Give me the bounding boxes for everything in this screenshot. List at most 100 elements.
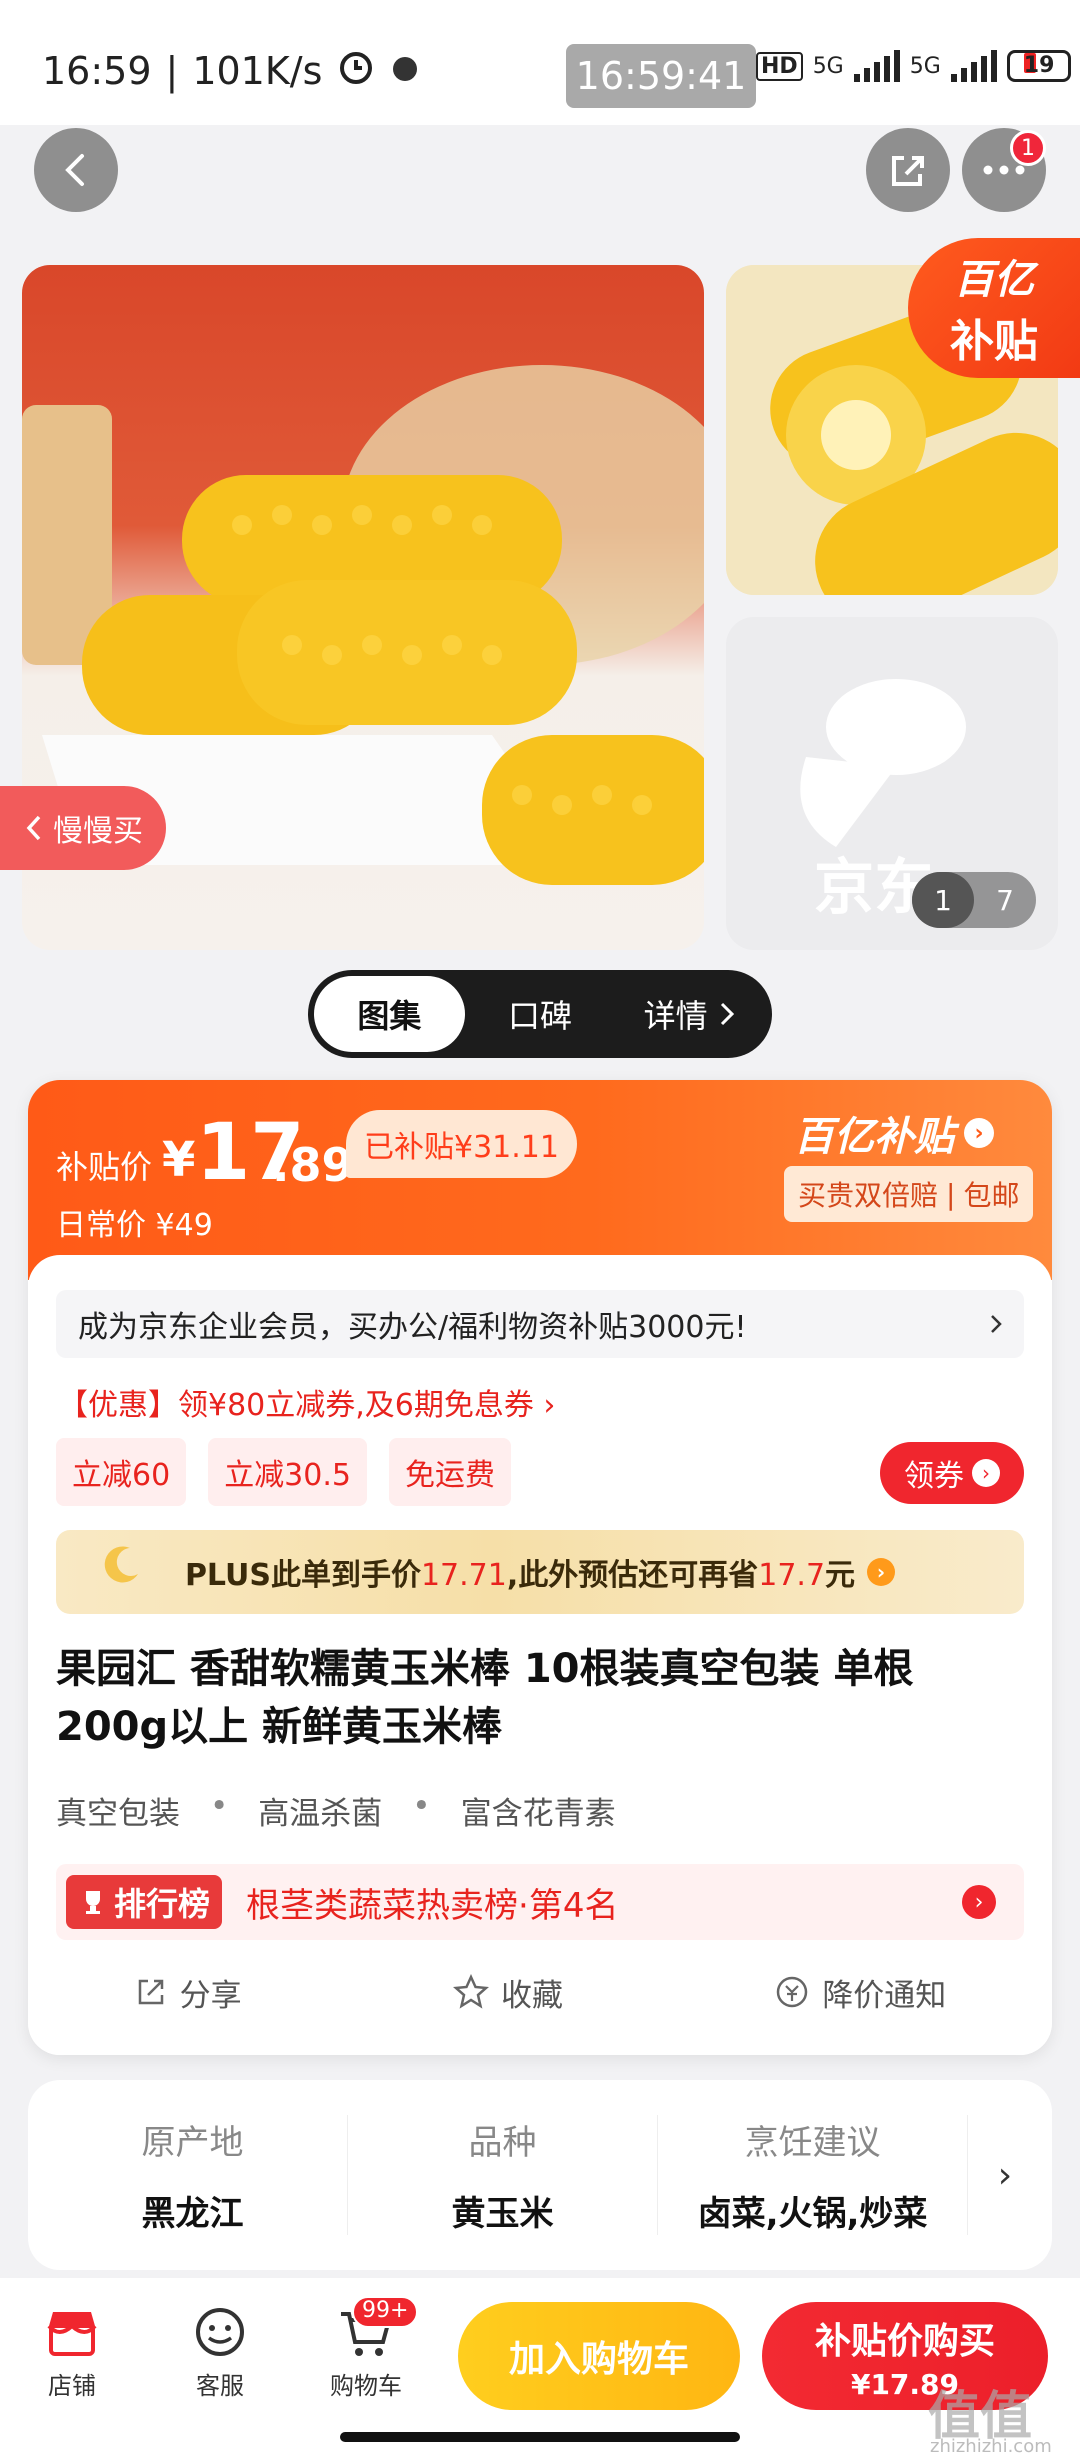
app-notification-icon: [390, 49, 420, 93]
feature-dot: •: [210, 1788, 229, 1824]
tag-separator: |: [946, 1177, 956, 1211]
product-info-card: 补贴价 ¥ 17 .89 已补贴¥31.11 日常价 ¥49 百亿补贴 › 买贵…: [28, 1080, 1052, 2055]
tab-gallery[interactable]: 图集: [314, 976, 465, 1052]
product-title: 果园汇 香甜软糯黄玉米棒 10根装真空包装 单根200g以上 新鲜黄玉米棒: [56, 1646, 914, 1750]
alarm-icon: [336, 46, 376, 95]
discount-chip[interactable]: 免运费: [388, 1438, 511, 1506]
attribute-value: 卤菜,火锅,炒菜: [697, 2194, 928, 2234]
feature-dot: •: [412, 1788, 431, 1824]
subsidy-corner-line2: 补贴: [950, 316, 1038, 367]
customer-service-icon: [196, 2308, 244, 2356]
store-icon: [47, 2312, 97, 2356]
share-label: 分享: [179, 1977, 242, 2014]
chevron-right-circle-icon: ›: [962, 1885, 996, 1919]
subsidized-amount-badge: 已补贴¥31.11: [346, 1110, 577, 1178]
ranking-text: 根茎类蔬菜热卖榜·第4名: [246, 1885, 619, 1926]
plus-text: PLUS此单到手价17.71,此外预估还可再省17.7元: [185, 1550, 855, 1594]
plus-price: 17.71: [420, 1558, 507, 1593]
battery-level: 19: [1023, 53, 1055, 78]
tab-reviews[interactable]: 口碑: [465, 976, 616, 1052]
attribute-key: 烹饪建议: [744, 2123, 881, 2163]
buy-now-label: 补贴价购买: [814, 2320, 995, 2362]
status-left: 16:59 | 101K/s: [42, 46, 420, 95]
price-alert-action[interactable]: 降价通知: [774, 1970, 946, 2015]
site-watermark-url: zhizhizhi.com: [930, 2436, 1052, 2457]
free-shipping-tag: 包邮: [963, 1179, 1020, 1212]
cart-count-badge: 99+: [352, 2296, 419, 2328]
double-refund-tag: 买贵双倍赔: [798, 1179, 939, 1212]
status-divider: |: [165, 48, 179, 93]
home-indicator[interactable]: [340, 2432, 740, 2442]
status-clock-pill: 16:59:41: [566, 44, 756, 108]
product-actions: 分享 收藏 降价通知: [28, 1950, 1052, 2034]
store-button[interactable]: 店铺: [22, 2306, 122, 2401]
billion-subsidy-link[interactable]: 百亿补贴 ›: [794, 1104, 994, 1162]
attribute-cooking: 烹饪建议 卤菜,火锅,炒菜: [658, 2115, 968, 2235]
favorite-action[interactable]: 收藏: [452, 1970, 563, 2015]
more-badge: 1: [1010, 130, 1046, 166]
trophy-icon: [86, 1891, 100, 1914]
ranking-bar[interactable]: 排行榜 根茎类蔬菜热卖榜·第4名 ›: [56, 1864, 1024, 1940]
customer-service-button[interactable]: 客服: [170, 2306, 270, 2401]
feature-item: 高温杀菌: [258, 1796, 383, 1832]
store-label: 店铺: [48, 2372, 96, 2400]
plus-prefix: PLUS此单到手价: [184, 1558, 421, 1593]
product-attributes-card[interactable]: 原产地 黑龙江 品种 黄玉米 烹饪建议 卤菜,火锅,炒菜 ›: [28, 2080, 1052, 2270]
subsidy-corner-line1: 百亿: [954, 257, 1034, 303]
image-page-indicator: 1 7: [912, 872, 1036, 928]
signal-icon-1: [853, 50, 900, 82]
chevron-right-circle-icon: ›: [964, 1118, 994, 1148]
chevron-right-icon: [720, 1002, 734, 1026]
discount-chip[interactable]: 立减60: [56, 1438, 187, 1506]
billion-subsidy-corner-badge: 百亿 补贴: [908, 238, 1080, 378]
back-button[interactable]: [34, 128, 118, 212]
add-to-cart-button[interactable]: 加入购物车: [458, 2302, 740, 2410]
attributes-more-icon[interactable]: ›: [968, 2155, 1042, 2196]
gallery-tabs: 图集 口碑 详情: [308, 970, 772, 1058]
share-button[interactable]: [866, 128, 950, 212]
attribute-key: 原产地: [141, 2123, 244, 2163]
discount-chips: 立减60 立减30.5 免运费: [56, 1438, 511, 1506]
ranking-badge-label: 排行榜: [114, 1885, 211, 1923]
price-alert-icon: [777, 1976, 808, 2008]
favorite-label: 收藏: [500, 1977, 563, 2014]
net-label-2: 5G: [909, 53, 941, 79]
share-icon: [138, 1979, 163, 2005]
feature-item: 真空包装: [56, 1796, 180, 1832]
slow-buy-label: 慢慢买: [53, 814, 143, 849]
daily-price: 日常价 ¥49: [56, 1208, 213, 1243]
subsidy-price-label: 补贴价: [56, 1148, 153, 1186]
plus-suffix: 元: [825, 1558, 856, 1593]
enterprise-banner-text: 成为京东企业会员，买办公/福利物资补贴3000元!: [78, 1310, 747, 1345]
billion-subsidy-label: 百亿补贴: [794, 1114, 954, 1160]
chevron-right-icon: [991, 1315, 1002, 1333]
cart-label: 购物车: [330, 2372, 402, 2400]
coupon-offer-line[interactable]: 【优惠】领¥80立减券,及6期免息券 ›: [58, 1380, 555, 1424]
attribute-origin: 原产地 黑龙江: [38, 2115, 348, 2235]
feature-item: 富含花青素: [460, 1796, 616, 1832]
plus-mid: ,此外预估还可再省: [506, 1558, 759, 1593]
guarantee-tags: 买贵双倍赔 | 包邮: [784, 1166, 1034, 1222]
moon-icon: [104, 1546, 138, 1583]
chevron-right-circle-icon: ›: [867, 1558, 896, 1586]
enterprise-member-banner[interactable]: 成为京东企业会员，买办公/福利物资补贴3000元!: [56, 1290, 1024, 1358]
signal-icon-2: [950, 50, 997, 82]
page-current: 1: [912, 872, 974, 928]
slow-buy-button[interactable]: 慢慢买: [0, 786, 166, 870]
share-icon: [892, 156, 924, 186]
share-action[interactable]: 分享: [134, 1970, 242, 2015]
plus-member-bar[interactable]: PLUS此单到手价17.71,此外预估还可再省17.7元 ›: [56, 1530, 1024, 1614]
tab-details[interactable]: 详情: [615, 976, 766, 1052]
get-coupon-button[interactable]: 领券 ›: [880, 1442, 1024, 1504]
status-bar: 16:59 | 101K/s 16:59:41 HD 5G 5G 19: [0, 0, 1080, 125]
product-features: 真空包装 • 高温杀菌 • 富含花青素: [56, 1788, 616, 1833]
plus-save: 17.7: [758, 1558, 826, 1593]
attribute-value: 黑龙江: [141, 2194, 244, 2234]
ranking-badge: 排行榜: [66, 1875, 223, 1929]
battery-icon: 19: [1006, 50, 1071, 82]
status-speed: 101K/s: [192, 48, 323, 93]
discount-chip[interactable]: 立减30.5: [208, 1438, 367, 1506]
attribute-value: 黄玉米: [451, 2194, 554, 2234]
page-total: 7: [996, 883, 1014, 917]
back-arrow-icon: [65, 154, 84, 186]
